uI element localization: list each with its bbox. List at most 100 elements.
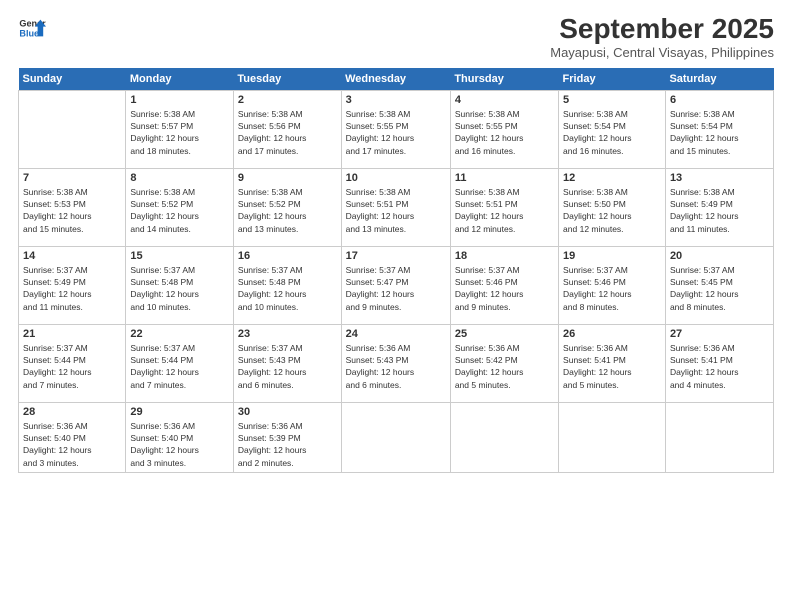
day-number: 19: [563, 250, 661, 262]
day-detail: Sunrise: 5:37 AM Sunset: 5:49 PM Dayligh…: [23, 264, 121, 313]
month-title: September 2025: [550, 14, 774, 45]
day-number: 1: [130, 94, 229, 106]
day-number: 23: [238, 328, 337, 340]
day-detail: Sunrise: 5:36 AM Sunset: 5:41 PM Dayligh…: [563, 342, 661, 391]
day-detail: Sunrise: 5:38 AM Sunset: 5:56 PM Dayligh…: [238, 108, 337, 157]
col-friday: Friday: [559, 68, 666, 91]
table-row: 1 Sunrise: 5:38 AM Sunset: 5:57 PM Daylig…: [126, 90, 234, 168]
day-number: 24: [346, 328, 446, 340]
table-row: 8 Sunrise: 5:38 AM Sunset: 5:52 PM Daylig…: [126, 168, 234, 246]
table-row: 7 Sunrise: 5:38 AM Sunset: 5:53 PM Daylig…: [19, 168, 126, 246]
table-row: 5 Sunrise: 5:38 AM Sunset: 5:54 PM Daylig…: [559, 90, 666, 168]
day-detail: Sunrise: 5:36 AM Sunset: 5:39 PM Dayligh…: [238, 420, 337, 469]
day-detail: Sunrise: 5:36 AM Sunset: 5:41 PM Dayligh…: [670, 342, 769, 391]
calendar-table: Sunday Monday Tuesday Wednesday Thursday…: [18, 68, 774, 473]
col-monday: Monday: [126, 68, 234, 91]
day-detail: Sunrise: 5:38 AM Sunset: 5:52 PM Dayligh…: [238, 186, 337, 235]
header-row: Sunday Monday Tuesday Wednesday Thursday…: [19, 68, 774, 91]
day-number: 9: [238, 172, 337, 184]
page: General Blue September 2025 Mayapusi, Ce…: [0, 0, 792, 612]
day-detail: Sunrise: 5:37 AM Sunset: 5:44 PM Dayligh…: [130, 342, 229, 391]
table-row: 21Sunrise: 5:37 AM Sunset: 5:44 PM Dayli…: [19, 324, 126, 402]
day-number: 30: [238, 406, 337, 418]
table-row: 16Sunrise: 5:37 AM Sunset: 5:48 PM Dayli…: [233, 246, 341, 324]
table-row: 4 Sunrise: 5:38 AM Sunset: 5:55 PM Daylig…: [450, 90, 558, 168]
col-wednesday: Wednesday: [341, 68, 450, 91]
table-row: [341, 402, 450, 472]
table-row: 26 Sunrise: 5:36 AM Sunset: 5:41 PM Dayli…: [559, 324, 666, 402]
table-row: 13 Sunrise: 5:38 AM Sunset: 5:49 PM Dayli…: [665, 168, 773, 246]
logo: General Blue: [18, 14, 46, 42]
day-number: 13: [670, 172, 769, 184]
col-thursday: Thursday: [450, 68, 558, 91]
day-number: 15: [130, 250, 229, 262]
day-detail: Sunrise: 5:37 AM Sunset: 5:45 PM Dayligh…: [670, 264, 769, 313]
header: General Blue September 2025 Mayapusi, Ce…: [18, 14, 774, 60]
day-detail: Sunrise: 5:38 AM Sunset: 5:53 PM Dayligh…: [23, 186, 121, 235]
day-number: 29: [130, 406, 229, 418]
table-row: 20 Sunrise: 5:37 AM Sunset: 5:45 PM Dayli…: [665, 246, 773, 324]
col-saturday: Saturday: [665, 68, 773, 91]
day-detail: Sunrise: 5:36 AM Sunset: 5:40 PM Dayligh…: [130, 420, 229, 469]
day-number: 7: [23, 172, 121, 184]
day-detail: Sunrise: 5:38 AM Sunset: 5:50 PM Dayligh…: [563, 186, 661, 235]
day-number: 12: [563, 172, 661, 184]
day-number: 27: [670, 328, 769, 340]
table-row: 2 Sunrise: 5:38 AM Sunset: 5:56 PM Daylig…: [233, 90, 341, 168]
day-detail: Sunrise: 5:36 AM Sunset: 5:40 PM Dayligh…: [23, 420, 121, 469]
table-row: 28 Sunrise: 5:36 AM Sunset: 5:40 PM Dayli…: [19, 402, 126, 472]
day-detail: Sunrise: 5:37 AM Sunset: 5:47 PM Dayligh…: [346, 264, 446, 313]
day-number: 10: [346, 172, 446, 184]
table-row: 23 Sunrise: 5:37 AM Sunset: 5:43 PM Dayli…: [233, 324, 341, 402]
subtitle: Mayapusi, Central Visayas, Philippines: [550, 45, 774, 60]
col-sunday: Sunday: [19, 68, 126, 91]
day-number: 2: [238, 94, 337, 106]
table-row: 3Sunrise: 5:38 AM Sunset: 5:55 PM Daylig…: [341, 90, 450, 168]
day-detail: Sunrise: 5:38 AM Sunset: 5:57 PM Dayligh…: [130, 108, 229, 157]
day-detail: Sunrise: 5:38 AM Sunset: 5:51 PM Dayligh…: [455, 186, 554, 235]
col-tuesday: Tuesday: [233, 68, 341, 91]
table-row: 24Sunrise: 5:36 AM Sunset: 5:43 PM Dayli…: [341, 324, 450, 402]
day-detail: Sunrise: 5:38 AM Sunset: 5:54 PM Dayligh…: [563, 108, 661, 157]
day-detail: Sunrise: 5:38 AM Sunset: 5:52 PM Dayligh…: [130, 186, 229, 235]
table-row: 10 Sunrise: 5:38 AM Sunset: 5:51 PM Dayli…: [341, 168, 450, 246]
day-detail: Sunrise: 5:38 AM Sunset: 5:54 PM Dayligh…: [670, 108, 769, 157]
table-row: 30 Sunrise: 5:36 AM Sunset: 5:39 PM Dayli…: [233, 402, 341, 472]
table-row: [559, 402, 666, 472]
day-number: 28: [23, 406, 121, 418]
day-number: 16: [238, 250, 337, 262]
day-number: 6: [670, 94, 769, 106]
day-detail: Sunrise: 5:37 AM Sunset: 5:48 PM Dayligh…: [130, 264, 229, 313]
table-row: 27 Sunrise: 5:36 AM Sunset: 5:41 PM Dayli…: [665, 324, 773, 402]
day-number: 8: [130, 172, 229, 184]
day-detail: Sunrise: 5:37 AM Sunset: 5:43 PM Dayligh…: [238, 342, 337, 391]
logo-icon: General Blue: [18, 14, 46, 42]
day-detail: Sunrise: 5:38 AM Sunset: 5:51 PM Dayligh…: [346, 186, 446, 235]
table-row: [450, 402, 558, 472]
table-row: 29 Sunrise: 5:36 AM Sunset: 5:40 PM Dayli…: [126, 402, 234, 472]
day-number: 18: [455, 250, 554, 262]
day-number: 5: [563, 94, 661, 106]
table-row: 12 Sunrise: 5:38 AM Sunset: 5:50 PM Dayli…: [559, 168, 666, 246]
day-number: 11: [455, 172, 554, 184]
svg-text:Blue: Blue: [19, 28, 39, 38]
table-row: 22 Sunrise: 5:37 AM Sunset: 5:44 PM Dayli…: [126, 324, 234, 402]
title-block: September 2025 Mayapusi, Central Visayas…: [550, 14, 774, 60]
table-row: [19, 90, 126, 168]
day-detail: Sunrise: 5:38 AM Sunset: 5:49 PM Dayligh…: [670, 186, 769, 235]
day-number: 20: [670, 250, 769, 262]
day-number: 4: [455, 94, 554, 106]
table-row: 11 Sunrise: 5:38 AM Sunset: 5:51 PM Dayli…: [450, 168, 558, 246]
day-number: 22: [130, 328, 229, 340]
day-number: 14: [23, 250, 121, 262]
day-detail: Sunrise: 5:37 AM Sunset: 5:46 PM Dayligh…: [455, 264, 554, 313]
day-detail: Sunrise: 5:38 AM Sunset: 5:55 PM Dayligh…: [455, 108, 554, 157]
day-number: 26: [563, 328, 661, 340]
table-row: 9 Sunrise: 5:38 AM Sunset: 5:52 PM Daylig…: [233, 168, 341, 246]
day-detail: Sunrise: 5:36 AM Sunset: 5:42 PM Dayligh…: [455, 342, 554, 391]
day-detail: Sunrise: 5:37 AM Sunset: 5:46 PM Dayligh…: [563, 264, 661, 313]
table-row: [665, 402, 773, 472]
day-number: 25: [455, 328, 554, 340]
table-row: 15 Sunrise: 5:37 AM Sunset: 5:48 PM Dayli…: [126, 246, 234, 324]
day-number: 21: [23, 328, 121, 340]
